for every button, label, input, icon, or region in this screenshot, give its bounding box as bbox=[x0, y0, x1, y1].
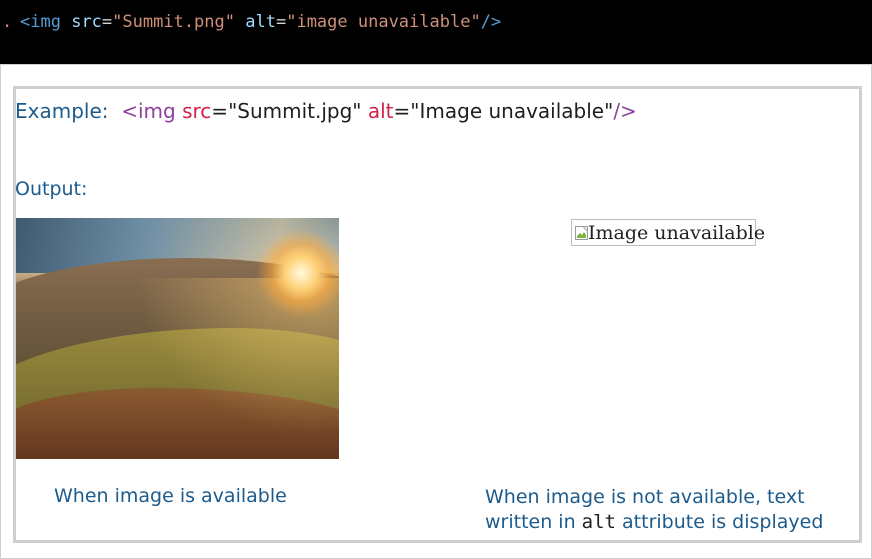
example-attr-alt: alt bbox=[367, 99, 394, 123]
example-eq-2: = bbox=[393, 99, 411, 123]
example-attr-src: src bbox=[182, 99, 212, 123]
code-attr-src: src bbox=[71, 12, 102, 32]
example-tag-open: <img bbox=[121, 99, 176, 123]
code-tag-open: <img bbox=[20, 12, 61, 32]
code-line: <img src="Summit.png" alt="image unavail… bbox=[20, 12, 502, 32]
broken-image-icon bbox=[574, 225, 590, 241]
line-marker: . bbox=[2, 12, 13, 32]
example-tag-close: /> bbox=[613, 99, 637, 123]
caption-unavailable-line2: written in alt attribute is displayed bbox=[485, 510, 823, 535]
caption-unavailable: When image is not available, text writte… bbox=[485, 485, 823, 535]
caption-line2-prefix: written in bbox=[485, 511, 582, 533]
code-src-value: "Summit.png" bbox=[112, 12, 235, 32]
code-tag-close: /> bbox=[480, 12, 502, 32]
caption-unavailable-line1: When image is not available, text bbox=[485, 486, 805, 508]
example-line: Example: <img src="Summit.jpg" alt="Imag… bbox=[15, 99, 637, 123]
output-label: Output: bbox=[15, 178, 88, 200]
caption-line2-suffix: attribute is displayed bbox=[616, 511, 824, 533]
caption-available: When image is available bbox=[54, 485, 287, 507]
code-alt-value: "image unavailable" bbox=[286, 12, 481, 32]
example-eq-1: = bbox=[211, 99, 229, 123]
example-label: Example: bbox=[15, 99, 109, 123]
code-strip: . <img src="Summit.png" alt="image unava… bbox=[0, 0, 872, 64]
example-src-value: "Summit.jpg" bbox=[228, 99, 362, 123]
sun bbox=[256, 228, 339, 318]
caption-code-alt: alt bbox=[581, 511, 616, 533]
summit-photo bbox=[16, 218, 339, 459]
alt-text: Image unavailable bbox=[588, 221, 766, 244]
broken-image-placeholder: Image unavailable bbox=[571, 219, 765, 246]
example-alt-value: "Image unavailable" bbox=[410, 99, 614, 123]
code-attr-alt: alt bbox=[245, 12, 276, 32]
